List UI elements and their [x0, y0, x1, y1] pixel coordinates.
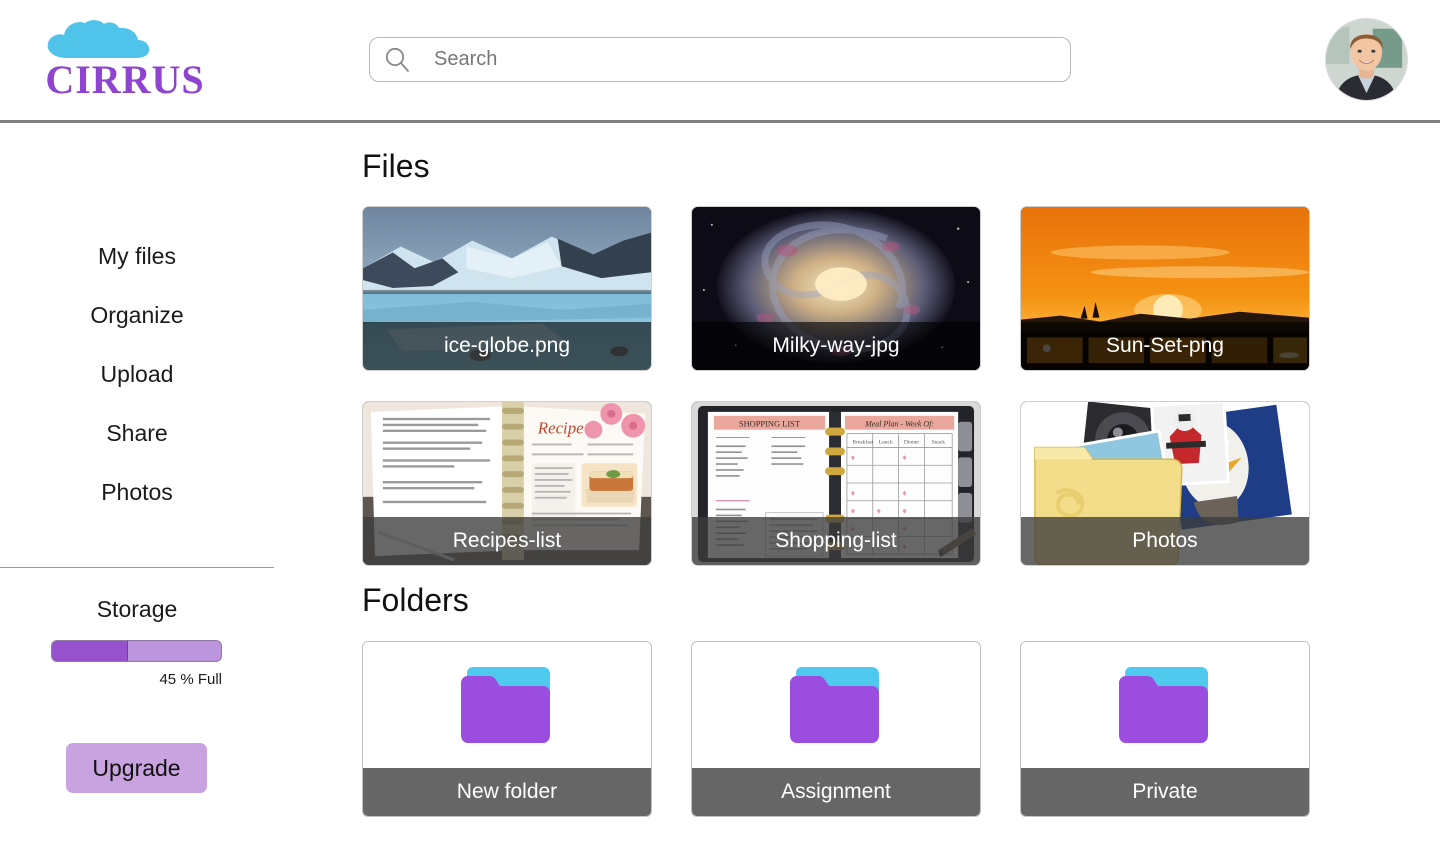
file-card[interactable]: SHOPPING LIST Meal Plan - Week Of: Break… — [691, 401, 981, 566]
sidebar-item-photos[interactable]: Photos — [0, 481, 274, 504]
sidebar-item-organize[interactable]: Organize — [0, 304, 274, 327]
files-heading: Files — [362, 148, 430, 184]
folder-name-label: Assignment — [692, 768, 980, 816]
files-grid: ice-globe.png Milky-way-jpg Sun-Set-png … — [362, 206, 1440, 566]
file-card[interactable]: Photos — [1020, 401, 1310, 566]
search-input[interactable] — [434, 38, 1070, 81]
storage-title: Storage — [96, 596, 178, 622]
file-name-label: Photos — [1021, 517, 1309, 565]
folders-grid: New folder Assignment Private — [362, 641, 1440, 817]
file-card[interactable]: Recipe Recipes-list — [362, 401, 652, 566]
folder-card[interactable]: New folder — [362, 641, 652, 817]
brand-logo[interactable]: CIRRUS — [30, 18, 220, 106]
svg-text:Breakfast: Breakfast — [852, 439, 873, 446]
file-name-label: Sun-Set-png — [1021, 322, 1309, 370]
svg-text:SHOPPING LIST: SHOPPING LIST — [739, 420, 800, 429]
svg-text:Recipe: Recipe — [537, 419, 584, 438]
storage-percent-label: 45 % Full — [159, 671, 222, 688]
sidebar-item-share[interactable]: Share — [0, 422, 274, 445]
svg-text:Lunch: Lunch — [879, 440, 893, 446]
brand-name: CIRRUS — [45, 57, 205, 102]
storage-progress-bar — [51, 640, 222, 662]
file-name-label: Shopping-list — [692, 517, 980, 565]
folder-card[interactable]: Assignment — [691, 641, 981, 817]
search-bar[interactable] — [369, 37, 1071, 82]
file-card[interactable]: Milky-way-jpg — [691, 206, 981, 371]
folder-icon — [692, 642, 980, 770]
file-card[interactable]: Sun-Set-png — [1020, 206, 1310, 371]
file-name-label: ice-globe.png — [363, 322, 651, 370]
file-name-label: Milky-way-jpg — [692, 322, 980, 370]
app-header: CIRRUS — [0, 0, 1440, 120]
folder-name-label: Private — [1021, 768, 1309, 816]
search-icon — [382, 45, 412, 75]
sidebar: My files Organize Upload Share Photos St… — [0, 123, 274, 862]
file-name-label: Recipes-list — [363, 517, 651, 565]
sidebar-divider — [0, 567, 274, 568]
sidebar-item-my-files[interactable]: My files — [0, 245, 274, 268]
folder-icon — [363, 642, 651, 770]
storage-progress-fill — [52, 641, 129, 661]
folder-icon — [1021, 642, 1309, 770]
cloud-icon — [44, 18, 164, 60]
svg-text:Meal Plan - Week Of:: Meal Plan - Week Of: — [864, 420, 934, 429]
folder-name-label: New folder — [363, 768, 651, 816]
file-card[interactable]: ice-globe.png — [362, 206, 652, 371]
avatar[interactable] — [1325, 18, 1408, 101]
main-content: Files ice-globe.png Milky-way-jpg Sun-Se… — [362, 123, 1440, 817]
sidebar-item-upload[interactable]: Upload — [0, 363, 274, 386]
folders-heading: Folders — [362, 582, 469, 618]
svg-text:Dinner: Dinner — [904, 440, 919, 446]
svg-text:Snack: Snack — [932, 440, 946, 446]
folder-card[interactable]: Private — [1020, 641, 1310, 817]
upgrade-button[interactable]: Upgrade — [66, 743, 207, 793]
